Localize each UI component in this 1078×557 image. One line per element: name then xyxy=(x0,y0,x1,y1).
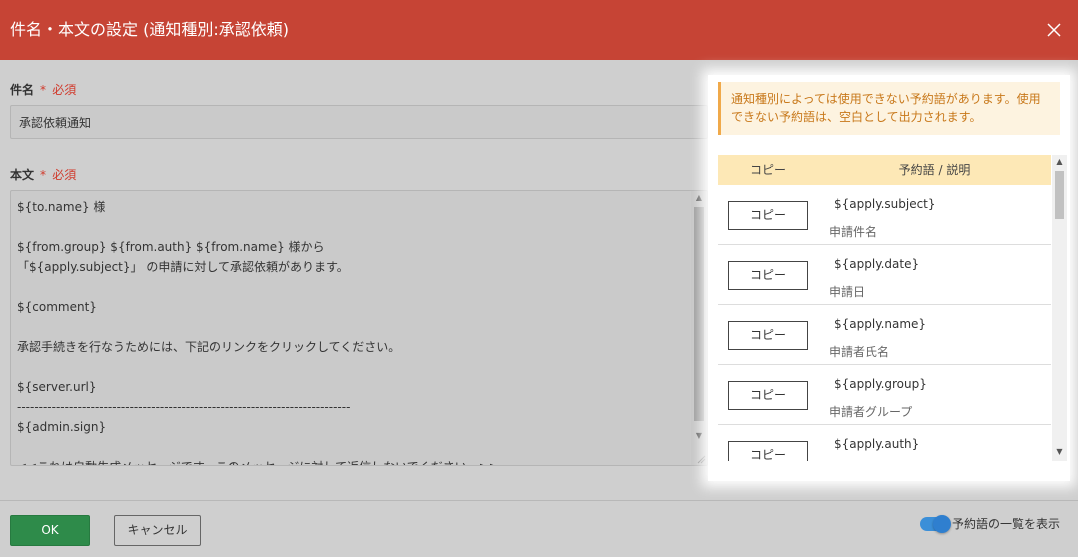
table-row: コピー ${apply.auth} xyxy=(718,425,1051,461)
dialog-title: 件名・本文の設定 (通知種別:承認依頼) xyxy=(10,20,289,39)
chevron-down-icon[interactable]: ▼ xyxy=(691,429,707,443)
body-scrollbar[interactable]: ▲ ▼ xyxy=(691,191,707,465)
copy-button[interactable]: コピー xyxy=(728,441,808,461)
subject-input[interactable] xyxy=(10,105,708,139)
subject-required-mark: * xyxy=(40,83,47,97)
reserved-word-description: 申請件名 xyxy=(829,225,878,239)
table-header: コピー 予約語 / 説明 xyxy=(718,155,1051,185)
close-icon[interactable] xyxy=(1040,16,1068,44)
reserved-word-name: ${apply.date} xyxy=(834,257,920,271)
close-button[interactable] xyxy=(1040,16,1068,44)
reserved-word-description: 申請日 xyxy=(829,285,866,299)
copy-button[interactable]: コピー xyxy=(728,321,808,350)
body-label: 本文 * 必須 xyxy=(10,166,76,183)
ok-button[interactable]: OK xyxy=(10,515,90,546)
body-required-text: 必須 xyxy=(52,168,77,182)
chevron-up-icon[interactable]: ▲ xyxy=(1052,155,1067,169)
dialog-header: 件名・本文の設定 (通知種別:承認依頼) xyxy=(0,0,1078,60)
column-header-copy: コピー xyxy=(749,163,786,177)
copy-button[interactable]: コピー xyxy=(728,261,808,290)
copy-button[interactable]: コピー xyxy=(728,381,808,410)
body-text[interactable]: ${to.name} 様 ${from.group} ${from.auth} … xyxy=(17,197,687,465)
body-textarea[interactable]: ${to.name} 様 ${from.group} ${from.auth} … xyxy=(10,190,708,466)
footer-divider xyxy=(0,500,1078,501)
reserved-word-name: ${apply.auth} xyxy=(834,437,920,451)
reserved-words-notice: 通知種別によっては使用できない予約語があります。使用できない予約語は、空白として… xyxy=(718,82,1060,135)
copy-button[interactable]: コピー xyxy=(728,201,808,230)
body-label-text: 本文 xyxy=(10,168,35,182)
subject-label-text: 件名 xyxy=(10,83,35,97)
reserved-word-description: 申請者氏名 xyxy=(829,345,890,359)
show-reserved-words-label[interactable]: 予約語の一覧を表示 xyxy=(952,515,1060,533)
reserved-words-table: コピー 予約語 / 説明 コピー ${apply.subject} 申請件名 コ… xyxy=(718,155,1067,461)
body-scrollbar-thumb[interactable] xyxy=(694,207,704,421)
subject-label: 件名 * 必須 xyxy=(10,81,76,98)
table-row: コピー ${apply.subject} 申請件名 xyxy=(718,185,1051,245)
toggle-knob[interactable] xyxy=(933,515,951,533)
table-row: コピー ${apply.name} 申請者氏名 xyxy=(718,305,1051,365)
reserved-word-name: ${apply.group} xyxy=(834,377,927,391)
table-scrollbar[interactable]: ▲ ▼ xyxy=(1052,155,1067,461)
reserved-word-description: 申請者グループ xyxy=(829,405,913,419)
show-reserved-words-toggle[interactable] xyxy=(920,515,951,533)
table-row: コピー ${apply.date} 申請日 xyxy=(718,245,1051,305)
chevron-up-icon[interactable]: ▲ xyxy=(691,191,707,205)
reserved-word-name: ${apply.name} xyxy=(834,317,927,331)
column-header-description: 予約語 / 説明 xyxy=(898,163,971,177)
body-required-mark: * xyxy=(40,168,47,182)
reserved-word-name: ${apply.subject} xyxy=(834,197,936,211)
subject-required-text: 必須 xyxy=(52,83,77,97)
reserved-words-panel: 通知種別によっては使用できない予約語があります。使用できない予約語は、空白として… xyxy=(708,75,1070,481)
table-scrollbar-thumb[interactable] xyxy=(1055,171,1064,219)
resize-grip-icon[interactable] xyxy=(696,454,706,464)
table-row: コピー ${apply.group} 申請者グループ xyxy=(718,365,1051,425)
chevron-down-icon[interactable]: ▼ xyxy=(1052,445,1067,459)
cancel-button[interactable]: キャンセル xyxy=(114,515,201,546)
